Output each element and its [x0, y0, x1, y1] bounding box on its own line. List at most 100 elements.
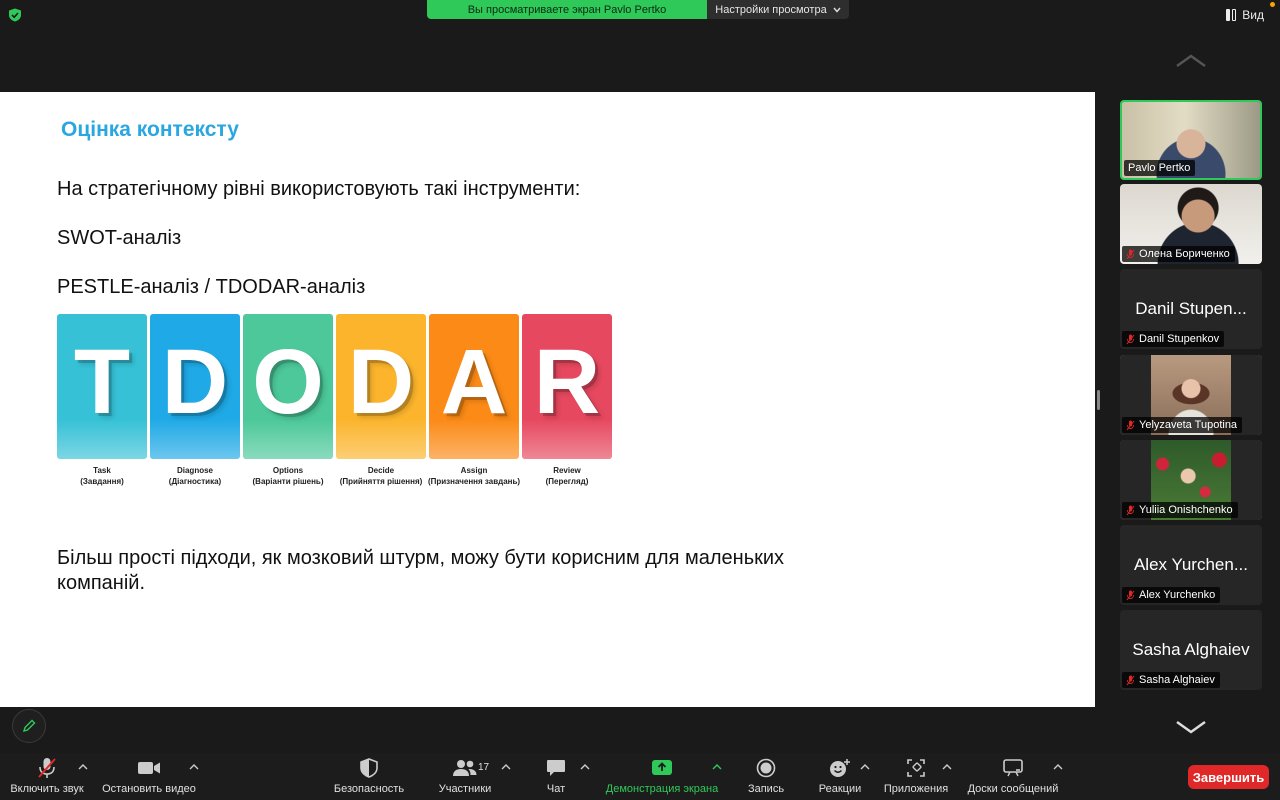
shield-icon [360, 758, 378, 778]
participant-name-tag: Yuliia Onishchenko [1122, 502, 1238, 518]
tdodar-caption-ua: (Варіанти рішень) [252, 477, 324, 486]
tdodar-tile: D Decide (Прийняття рішення) [336, 314, 426, 487]
tdodar-caption-en: Options [272, 466, 304, 475]
splitter-handle[interactable] [1097, 390, 1100, 410]
slide-line-swot: SWOT-аналіз [57, 227, 182, 249]
tdodar-tile-box: D [336, 314, 426, 459]
share-screen-button[interactable]: Демонстрация экрана [600, 753, 724, 800]
tile-reflection [522, 419, 612, 459]
participant-display-name: Sasha Alghaiev [1132, 640, 1250, 659]
end-meeting-button[interactable]: Завершить [1188, 765, 1269, 789]
apps-button[interactable]: Приложения [880, 753, 952, 800]
apps-options-caret-icon[interactable] [942, 763, 952, 771]
tdodar-tile: O Options (Варіанти рішень) [243, 314, 333, 487]
record-button[interactable]: Запись [742, 753, 790, 800]
video-options-caret-icon[interactable] [189, 763, 199, 771]
tile-reflection [336, 419, 426, 459]
participant-display-name: Danil Stupen... [1135, 299, 1247, 318]
participant-name-tag: Sasha Alghaiev [1122, 672, 1220, 688]
tdodar-letter: D [161, 331, 229, 433]
apps-icon [907, 759, 925, 777]
layout-icon [1226, 9, 1237, 21]
tdodar-caption: Task (Завдання) [80, 465, 124, 487]
tdodar-letter: D [347, 331, 415, 433]
participant-name: Sasha Alghaiev [1139, 674, 1215, 686]
tdodar-letter: R [533, 331, 601, 433]
share-screen-icon [652, 760, 672, 775]
participant-tile[interactable]: Sasha Alghaiev Sasha Alghaiev [1120, 610, 1262, 690]
microphone-muted-icon [1126, 505, 1135, 515]
tdodar-caption-ua: (Діагностика) [168, 477, 222, 486]
participant-display-name: Alex Yurchen... [1133, 555, 1249, 574]
participants-label: Участники [438, 783, 492, 795]
whiteboard-icon [1003, 759, 1023, 777]
participants-button[interactable]: Участники [430, 753, 500, 800]
microphone-muted-icon [1126, 334, 1135, 344]
tdodar-letter: O [252, 331, 324, 433]
participant-name-tag: Yelyzaveta Tupotina [1122, 417, 1243, 433]
zoom-meeting-window: Вы просматриваете экран Pavlo Pertko Нас… [0, 0, 1280, 800]
participant-tile[interactable]: Alex Yurchen... Alex Yurchenko [1120, 525, 1262, 605]
participant-name-tag: Pavlo Pertko [1124, 160, 1196, 176]
stop-video-button[interactable]: Остановить видео [100, 753, 198, 800]
tdodar-letter: T [73, 331, 131, 433]
tdodar-tile: R Review (Перегляд) [522, 314, 612, 487]
participant-tile[interactable]: Pavlo Pertko [1120, 100, 1262, 180]
stop-video-label: Остановить видео [102, 783, 196, 795]
tdodar-caption: Diagnose (Діагностика) [169, 465, 221, 487]
tdodar-caption: Decide (Прийняття рішення) [340, 465, 423, 487]
tdodar-tile: A Assign (Призначення завдань) [428, 314, 520, 487]
participants-options-caret-icon[interactable] [501, 763, 511, 771]
participant-name: Danil Stupenkov [1139, 333, 1220, 345]
whiteboards-button[interactable]: Доски сообщений [962, 753, 1064, 800]
security-shield-icon[interactable] [8, 8, 22, 22]
tdodar-tile-box: D [150, 314, 240, 459]
gallery-up-chevron-icon[interactable] [1175, 54, 1207, 68]
reactions-button[interactable]: Реакции [814, 753, 866, 800]
viewing-screen-label: Вы просматриваете экран Pavlo Pertko [427, 0, 707, 19]
microphone-muted-icon [1126, 249, 1135, 259]
slide-title: Оцінка контексту [61, 118, 239, 141]
audio-options-caret-icon[interactable] [78, 763, 88, 771]
tdodar-tile-box: R [522, 314, 612, 459]
whiteboards-options-caret-icon[interactable] [1053, 763, 1063, 771]
view-label: Вид [1242, 8, 1264, 22]
participant-name-tag: Олена Бориченко [1122, 246, 1235, 262]
share-options-caret-icon[interactable] [712, 763, 722, 771]
tdodar-tile: T Task (Завдання) [57, 314, 147, 487]
tdodar-tile-box: A [429, 314, 519, 459]
microphone-muted-icon [1126, 590, 1135, 600]
annotate-button[interactable] [12, 709, 46, 743]
unmute-label: Включить звук [10, 783, 84, 795]
participant-name-tag: Danil Stupenkov [1122, 331, 1225, 347]
chat-button[interactable]: Чат [536, 753, 576, 800]
participant-tile[interactable]: Danil Stupen... Danil Stupenkov [1120, 269, 1262, 349]
participant-tile[interactable]: Yuliia Onishchenko [1120, 440, 1262, 520]
tdodar-caption-ua: (Завдання) [80, 477, 124, 486]
microphone-muted-icon [1126, 675, 1135, 685]
microphone-muted-icon [1126, 420, 1135, 430]
security-label: Безопасность [333, 783, 405, 795]
participant-name: Pavlo Pertko [1128, 162, 1191, 174]
view-options-dropdown[interactable]: Настройки просмотра [707, 0, 849, 19]
chat-label: Чат [546, 783, 566, 795]
tdodar-caption-en: Assign [460, 466, 488, 475]
chat-options-caret-icon[interactable] [580, 763, 590, 771]
slide-line-pestle: PESTLE-аналіз / TDODAR-аналіз [57, 276, 366, 298]
unmute-button[interactable]: Включить звук [8, 753, 86, 800]
gallery-down-chevron-icon[interactable] [1175, 720, 1207, 734]
security-button[interactable]: Безопасность [330, 753, 408, 800]
shared-screen-slide: Оцінка контексту На стратегічному рівні … [0, 92, 1095, 707]
tile-reflection [243, 419, 333, 459]
participant-tile[interactable]: Олена Бориченко [1120, 184, 1262, 264]
tdodar-caption: Assign (Призначення завдань) [428, 465, 520, 487]
reactions-options-caret-icon[interactable] [860, 763, 870, 771]
meeting-toolbar: Включить звук Остановить видео Безопасно… [0, 753, 1280, 800]
microphone-muted-icon [38, 758, 56, 778]
emoji-reaction-icon [830, 759, 850, 777]
tdodar-caption: Review (Перегляд) [546, 465, 589, 487]
participant-tile[interactable]: Yelyzaveta Tupotina [1120, 355, 1262, 435]
view-button[interactable]: Вид [1226, 8, 1264, 22]
apps-label: Приложения [883, 783, 949, 795]
record-icon [756, 758, 776, 778]
